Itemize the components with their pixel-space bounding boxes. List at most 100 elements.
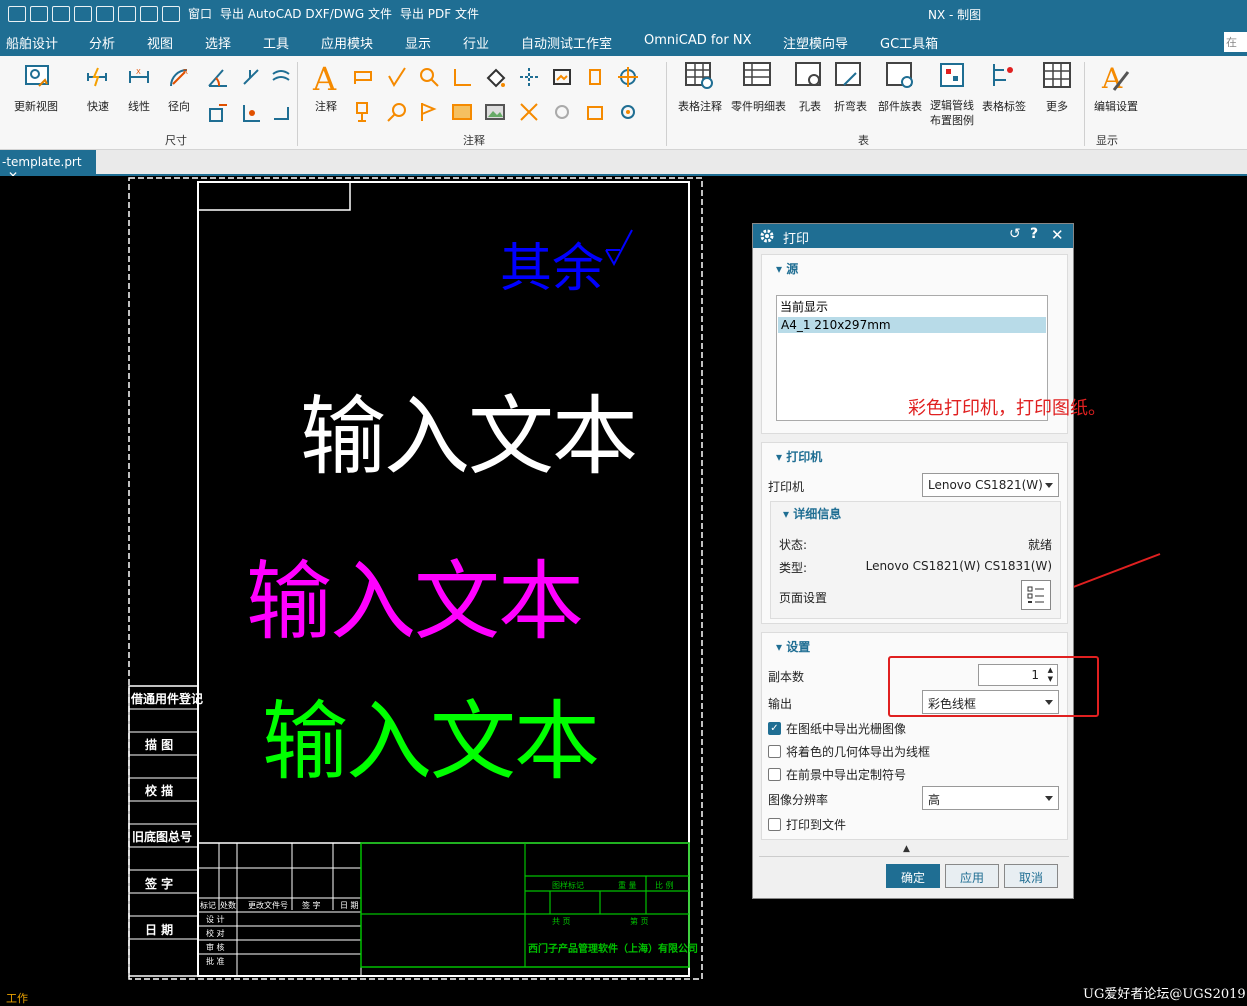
type-label: 类型: bbox=[779, 561, 808, 575]
roughness-text: 其余 bbox=[500, 239, 605, 299]
svg-text:A: A bbox=[1101, 62, 1123, 94]
details-subsection: ▾ 详细信息 状态: 就绪 类型: Lenovo CS1821(W) CS183… bbox=[770, 501, 1061, 619]
source-item-a4-sheet[interactable]: A4_1 210x297mm bbox=[778, 317, 1046, 333]
annotation-group-label: 注释 bbox=[463, 134, 485, 147]
title-bar: 窗口 导出 AutoCAD DXF/DWG 文件 导出 PDF 文件 NX - … bbox=[0, 0, 1247, 28]
search-input[interactable]: 在此 bbox=[1224, 32, 1247, 52]
menu-ship-design[interactable]: 船舶设计 bbox=[6, 33, 58, 52]
note-button[interactable]: 注释 bbox=[315, 98, 337, 114]
hole-table-icon bbox=[795, 62, 821, 86]
surface-finish-icon bbox=[388, 67, 406, 87]
export-colored-wire-checkbox[interactable]: 将着色的几何体导出为线框 bbox=[768, 743, 930, 760]
chevron-down-icon bbox=[1045, 796, 1053, 801]
settings-section-header[interactable]: ▾ 设置 bbox=[776, 638, 810, 655]
microphone-icon[interactable] bbox=[118, 5, 136, 22]
datum-target-icon bbox=[420, 68, 439, 87]
print-icon[interactable] bbox=[74, 5, 92, 22]
hole-table-button[interactable]: 孔表 bbox=[799, 98, 821, 114]
title-block-cell: 图样标记 bbox=[552, 881, 584, 890]
cancel-button[interactable]: 取消 bbox=[1004, 864, 1058, 888]
ribbon-separator bbox=[1084, 62, 1085, 146]
checkbox-icon bbox=[768, 818, 781, 831]
dialog-header: 打印 ↺ ? ✕ bbox=[753, 224, 1073, 248]
radial-dimension-button[interactable]: 径向 bbox=[168, 98, 190, 114]
menu-tools[interactable]: 工具 bbox=[263, 33, 289, 52]
status-value: 就绪 bbox=[1027, 538, 1052, 552]
menu-mold-wizard[interactable]: 注塑模向导 bbox=[783, 33, 848, 52]
part-family-table-button[interactable]: 部件族表 bbox=[878, 98, 922, 114]
page-setup-button[interactable] bbox=[1021, 580, 1051, 610]
note-green[interactable]: 输入文本 bbox=[262, 671, 600, 796]
export-dxf-button[interactable]: 导出 AutoCAD DXF/DWG 文件 bbox=[220, 5, 392, 22]
dialog-title: 打印 bbox=[783, 232, 810, 247]
title-block-cell: 校 对 bbox=[206, 929, 225, 938]
roughness-symbol-icon bbox=[605, 229, 633, 267]
help-icon[interactable]: ? bbox=[1030, 226, 1038, 242]
edit-settings-icon: A bbox=[1101, 62, 1130, 94]
logic-pipe-legend-button[interactable]: 逻辑管线 布置图例 bbox=[930, 98, 974, 128]
note-magenta[interactable]: 输入文本 bbox=[246, 531, 584, 656]
checkbox-checked-icon: ✓ bbox=[768, 722, 781, 735]
tools-icon[interactable] bbox=[140, 5, 158, 22]
menu-view[interactable]: 视图 bbox=[147, 33, 173, 52]
parts-list-button[interactable]: 零件明细表 bbox=[731, 98, 786, 114]
table-label-button[interactable]: 表格标签 bbox=[982, 98, 1026, 114]
menu-select[interactable]: 选择 bbox=[205, 33, 231, 52]
menu-omnicad[interactable]: OmniCAD for NX bbox=[644, 33, 752, 48]
copy-icon[interactable] bbox=[52, 5, 70, 22]
export-pdf-button[interactable]: 导出 PDF 文件 bbox=[400, 5, 479, 22]
reset-icon[interactable]: ↺ bbox=[1009, 226, 1021, 242]
title-block-cell: 标记 bbox=[200, 901, 216, 910]
title-block-cell: 共 页 bbox=[552, 917, 571, 926]
export-custom-symbol-checkbox[interactable]: 在前景中导出定制符号 bbox=[768, 766, 906, 783]
tab-template-prt[interactable]: -template.prt ✕ bbox=[0, 150, 96, 183]
chevron-down-icon bbox=[1045, 483, 1053, 488]
table-note-button[interactable]: 表格注释 bbox=[678, 98, 722, 114]
linear-dimension-button[interactable]: 线性 bbox=[128, 98, 150, 114]
document-tab-bar: -template.prt ✕ bbox=[0, 150, 1247, 183]
svg-text:X: X bbox=[136, 68, 141, 76]
window-menu[interactable]: 窗口 bbox=[188, 5, 212, 22]
flag-icon bbox=[421, 103, 437, 121]
resolution-label: 图像分辨率 bbox=[768, 793, 829, 807]
window-switch-icon[interactable] bbox=[162, 5, 180, 22]
apply-button[interactable]: 应用 bbox=[945, 864, 999, 888]
datum-point-icon bbox=[621, 105, 635, 119]
menu-gc-toolbox[interactable]: GC工具箱 bbox=[880, 33, 938, 52]
checkbox-icon bbox=[768, 768, 781, 781]
source-section-header[interactable]: ▾ 源 bbox=[776, 260, 798, 277]
quick-dimension-button[interactable]: 快速 bbox=[87, 98, 109, 114]
details-section-header[interactable]: ▾ 详细信息 bbox=[783, 505, 841, 522]
side-label: 描 图 bbox=[145, 738, 174, 752]
resolution-select[interactable]: 高 bbox=[922, 786, 1059, 810]
more-button[interactable]: 更多 bbox=[1046, 98, 1068, 114]
menu-applications[interactable]: 应用模块 bbox=[321, 33, 373, 52]
logic-pipe-label-line1: 逻辑管线 bbox=[930, 99, 974, 112]
edit-settings-button[interactable]: 编辑设置 bbox=[1094, 98, 1138, 114]
note-white[interactable]: 输入文本 bbox=[300, 366, 638, 491]
print-to-file-checkbox[interactable]: 打印到文件 bbox=[768, 816, 846, 833]
ok-button[interactable]: 确定 bbox=[886, 864, 940, 888]
source-item-current-display[interactable]: 当前显示 bbox=[777, 296, 1047, 317]
menu-display[interactable]: 显示 bbox=[405, 33, 431, 52]
close-icon[interactable]: ✕ bbox=[1051, 226, 1064, 244]
surface-finish-note[interactable]: 其余 bbox=[500, 226, 634, 301]
printer-select-value: Lenovo CS1821(W) bbox=[928, 478, 1043, 492]
printer-select[interactable]: Lenovo CS1821(W) bbox=[922, 473, 1059, 497]
menu-industry[interactable]: 行业 bbox=[463, 33, 489, 52]
printer-section-header[interactable]: ▾ 打印机 bbox=[776, 448, 822, 465]
menu-auto-test-studio[interactable]: 自动测试工作室 bbox=[521, 33, 612, 52]
status-label: 状态: bbox=[779, 538, 808, 552]
bend-table-button[interactable]: 折弯表 bbox=[834, 98, 867, 114]
paste-icon[interactable] bbox=[30, 5, 48, 22]
collapse-up-icon[interactable]: ▲ bbox=[903, 844, 910, 854]
plot-icon[interactable] bbox=[96, 5, 114, 22]
menu-analysis[interactable]: 分析 bbox=[89, 33, 115, 52]
title-block-cell: 重 量 bbox=[618, 881, 637, 890]
status-text: 工作 bbox=[6, 992, 28, 1005]
update-views-button[interactable]: 更新视图 bbox=[14, 98, 58, 114]
save-icon[interactable] bbox=[8, 5, 26, 22]
export-raster-checkbox[interactable]: ✓ 在图纸中导出光栅图像 bbox=[768, 720, 906, 737]
title-block-cell: 第 页 bbox=[630, 917, 649, 926]
annotation-highlight-box bbox=[888, 656, 1099, 717]
